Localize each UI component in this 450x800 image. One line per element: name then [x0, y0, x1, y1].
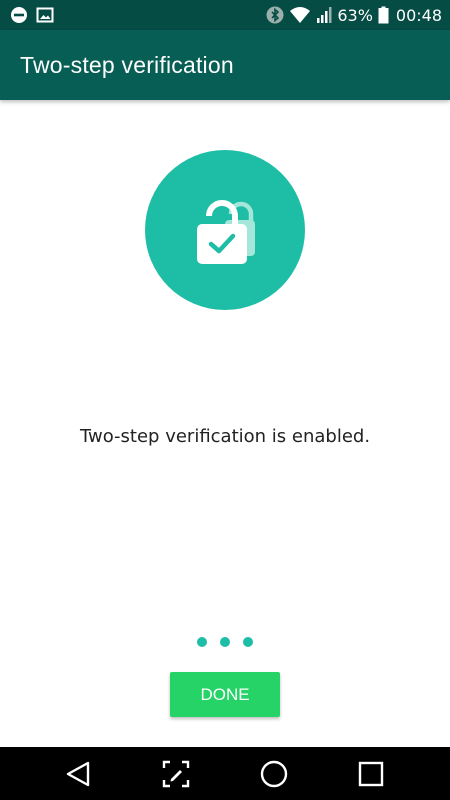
page-dot — [220, 637, 230, 647]
screenshot-edit-icon[interactable] — [151, 749, 201, 799]
page-dot — [243, 637, 253, 647]
clock: 00:48 — [395, 5, 442, 25]
status-message: Two-step verification is enabled. — [79, 426, 371, 447]
bluetooth-icon — [266, 6, 284, 24]
app-bar: Two-step verification — [0, 30, 450, 100]
do-not-disturb-icon — [10, 6, 28, 24]
hero-illustration — [145, 150, 305, 310]
page-indicator — [0, 637, 450, 647]
page-title: Two-step verification — [20, 51, 234, 78]
battery-percentage: 63% — [337, 5, 373, 25]
status-left — [10, 6, 54, 24]
navigation-bar — [0, 747, 450, 800]
lock-check-icon — [185, 188, 265, 273]
recents-icon[interactable] — [346, 749, 396, 799]
image-notification-icon — [36, 6, 54, 24]
signal-icon — [316, 6, 332, 24]
status-right: 63% 00:48 — [266, 6, 442, 25]
page-dot — [197, 637, 207, 647]
done-button[interactable]: DONE — [170, 672, 280, 717]
battery-icon — [378, 6, 389, 24]
wifi-icon — [289, 6, 311, 24]
home-icon[interactable] — [249, 749, 299, 799]
back-icon[interactable] — [54, 749, 104, 799]
status-bar: 63% 00:48 — [0, 0, 450, 30]
